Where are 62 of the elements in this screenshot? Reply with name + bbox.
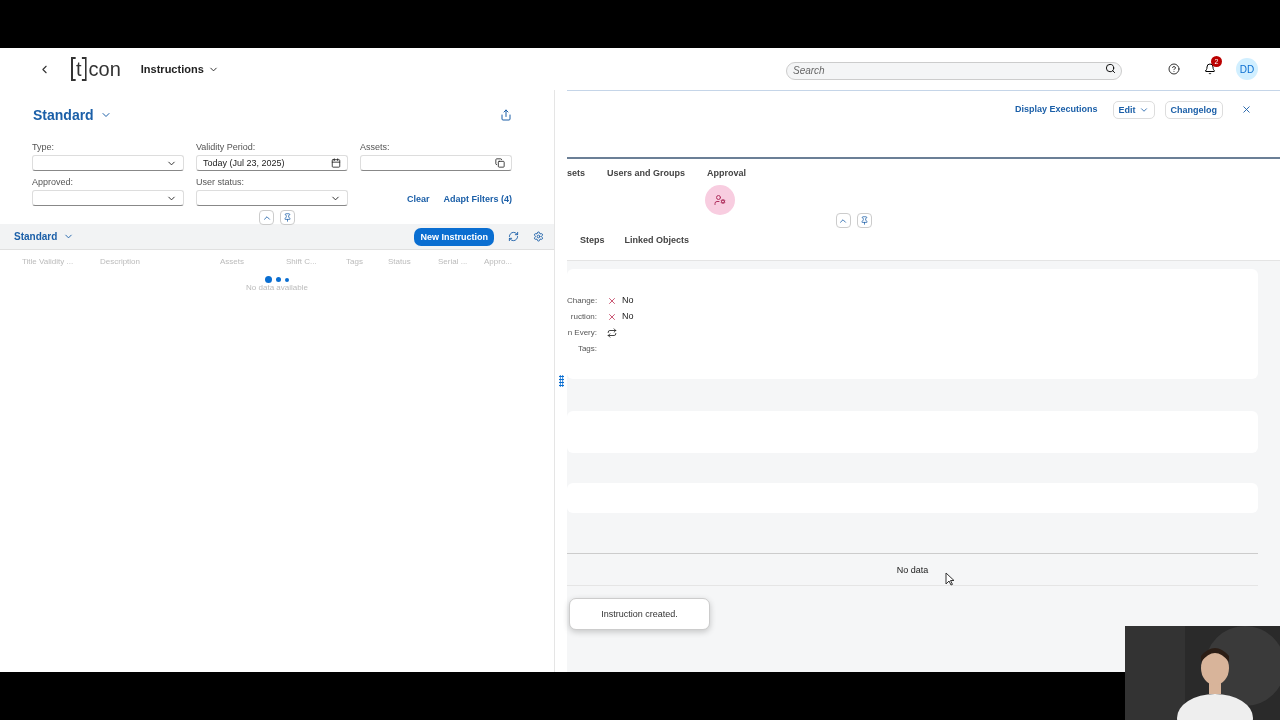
logo-mark: t	[71, 57, 87, 81]
filter-field[interactable]	[32, 155, 184, 171]
empty-text: No data	[896, 564, 929, 575]
column-header: Appro...	[484, 257, 513, 266]
filter-label: User status:	[196, 177, 245, 187]
chevron-down-icon	[1138, 105, 1149, 115]
close-icon[interactable]	[1241, 104, 1252, 115]
new-instruction-button[interactable]: New Instruction	[414, 227, 494, 246]
filter-field[interactable]	[196, 190, 348, 206]
section-tab[interactable]: Users and Groups	[607, 168, 686, 178]
table-variant-selector[interactable]: Standard	[14, 231, 75, 242]
field-value: No	[607, 310, 767, 323]
filter-action-link[interactable]: Clear	[406, 194, 430, 204]
sub-tab[interactable]: Steps	[580, 235, 605, 245]
repeat-icon	[607, 327, 617, 338]
field-label: n Every:	[567, 327, 597, 339]
value-help-icon	[495, 158, 505, 168]
cross-icon	[607, 311, 617, 322]
field-label: ruction:	[569, 311, 597, 323]
header-action-button[interactable]: Changelog	[1164, 101, 1223, 119]
section-tab[interactable]: sets	[567, 168, 585, 178]
filter-label: Approved:	[32, 177, 75, 187]
user-settings-icon	[705, 185, 735, 215]
search-icon[interactable]	[1105, 63, 1116, 74]
share-icon[interactable]	[500, 109, 512, 121]
column-header: Tags	[346, 257, 364, 266]
refresh-icon[interactable]	[508, 231, 519, 242]
filter-label: Assets:	[360, 142, 391, 152]
section-tab[interactable]: Approval	[707, 168, 747, 178]
help-icon[interactable]	[1168, 63, 1180, 75]
column-header: Serial ...	[438, 257, 469, 266]
filter-field[interactable]: Today (Jul 23, 2025)	[196, 155, 348, 171]
header-action-button[interactable]: Display Executions	[1009, 101, 1103, 117]
empty-text: No data available	[245, 283, 309, 292]
toast-message: Instruction created.	[569, 598, 710, 630]
calendar-icon	[331, 158, 341, 168]
field-value: No	[607, 294, 767, 307]
column-header: Title Validity ...	[22, 257, 75, 266]
sub-tab[interactable]: Linked Objects	[624, 235, 690, 245]
user-avatar[interactable]: DD	[1236, 58, 1258, 80]
variant-selector[interactable]: Standard	[33, 107, 112, 123]
pin-icon	[859, 216, 869, 225]
splitter-handle[interactable]	[558, 375, 564, 387]
settings-icon[interactable]	[533, 231, 544, 242]
filter-action-link[interactable]: Adapt Filters (4)	[443, 194, 512, 204]
filter-label: Type:	[32, 142, 55, 152]
pin-icon	[283, 213, 292, 222]
filter-field[interactable]	[360, 155, 512, 171]
field-label: Change:	[567, 295, 597, 307]
bell-icon[interactable]	[1204, 63, 1216, 75]
field-label: Tags:	[576, 343, 597, 355]
header-action-button[interactable]: Edit	[1112, 101, 1155, 119]
pin-button[interactable]	[856, 213, 872, 228]
cross-icon	[607, 295, 617, 306]
filter-field[interactable]	[32, 190, 184, 206]
app-title-menu[interactable]: Instructions	[140, 63, 219, 75]
pin-button[interactable]	[280, 210, 295, 225]
column-header: Assets	[220, 257, 245, 266]
mouse-pointer-icon	[945, 572, 955, 586]
search-field[interactable]: Search	[786, 61, 1122, 80]
filter-label: Validity Period:	[196, 142, 257, 152]
logo-text: con	[88, 57, 121, 81]
